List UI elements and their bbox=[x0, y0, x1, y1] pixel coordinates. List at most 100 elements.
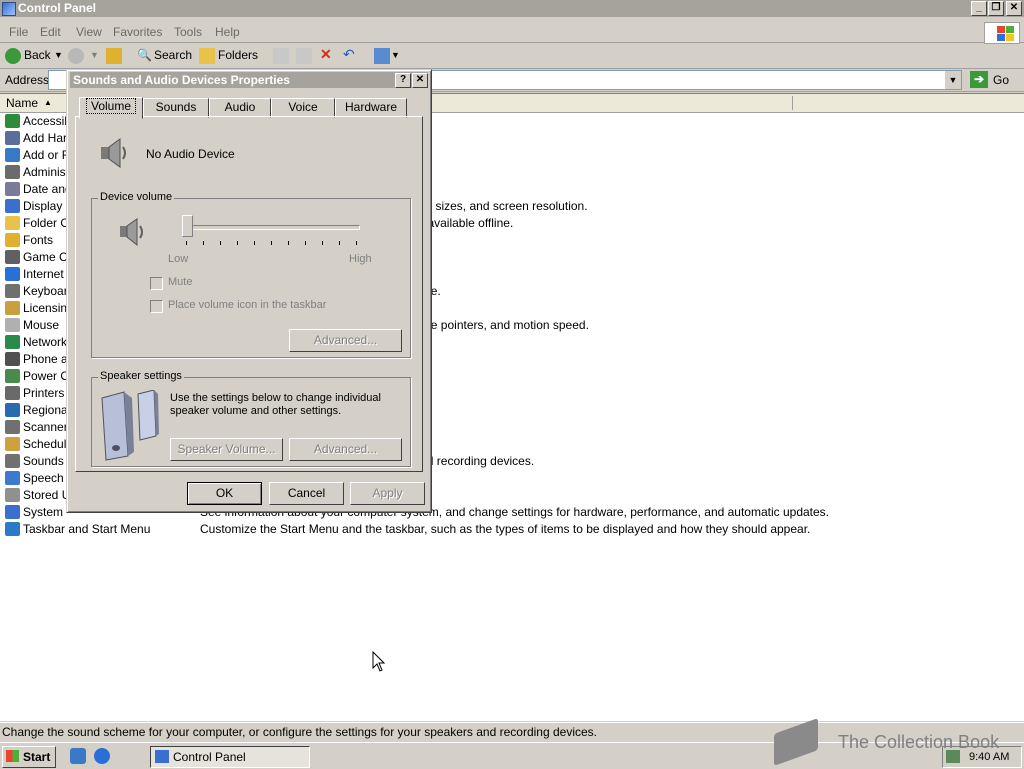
menu-favorites[interactable]: Favorites bbox=[113, 25, 162, 39]
applet-name: Fonts bbox=[23, 233, 54, 247]
list-item[interactable]: Taskbar and Start Menu Customize the Star… bbox=[0, 521, 1024, 538]
speakers-icon bbox=[101, 390, 159, 461]
volume-low-label: Low bbox=[168, 253, 189, 265]
close-window-button[interactable]: ✕ bbox=[1006, 1, 1022, 16]
start-label: Start bbox=[23, 750, 51, 764]
book-icon bbox=[774, 717, 818, 767]
applet-icon bbox=[5, 386, 20, 400]
applet-name: Administ bbox=[23, 165, 70, 179]
applet-name: Mouse bbox=[23, 318, 60, 332]
back-dropdown-icon[interactable]: ▼ bbox=[54, 50, 63, 60]
applet-icon bbox=[5, 250, 20, 264]
applet-name: System bbox=[23, 505, 64, 519]
volume-slider-track[interactable] bbox=[186, 225, 360, 230]
place-icon-checkbox[interactable] bbox=[150, 300, 163, 313]
cancel-button[interactable]: Cancel bbox=[269, 482, 344, 505]
back-arrow-icon bbox=[5, 48, 21, 64]
dialog-titlebar[interactable]: Sounds and Audio Devices Properties ? ✕ bbox=[70, 72, 428, 88]
volume-speaker-icon bbox=[120, 218, 143, 247]
speaker-icon bbox=[101, 138, 126, 168]
dialog-close-button[interactable]: ✕ bbox=[412, 73, 428, 88]
taskbar-item-control-panel[interactable]: Control Panel bbox=[150, 746, 310, 768]
volume-slider-thumb[interactable] bbox=[182, 215, 193, 237]
applet-icon bbox=[5, 267, 20, 281]
dialog-title: Sounds and Audio Devices Properties bbox=[73, 73, 290, 87]
volume-advanced-button[interactable]: Advanced... bbox=[289, 329, 402, 352]
status-text: Change the sound scheme for your compute… bbox=[2, 725, 597, 739]
browser-quicklaunch-icon[interactable] bbox=[94, 748, 110, 764]
up-folder-icon[interactable] bbox=[106, 48, 122, 64]
tab-hardware[interactable]: Hardware bbox=[335, 98, 407, 118]
speaker-settings-group: Speaker settings Use the settings below … bbox=[91, 370, 411, 467]
speaker-settings-label: Speaker settings bbox=[98, 370, 184, 382]
place-icon-label: Place volume icon in the taskbar bbox=[168, 299, 327, 311]
column-name-header[interactable]: Name bbox=[6, 96, 38, 110]
applet-icon bbox=[5, 199, 20, 213]
views-dropdown-icon[interactable]: ▼ bbox=[391, 50, 400, 60]
applet-name: Regional bbox=[23, 403, 71, 417]
tab-sounds[interactable]: Sounds bbox=[143, 98, 209, 118]
tab-audio[interactable]: Audio bbox=[209, 98, 271, 118]
volume-ticks bbox=[186, 241, 358, 245]
speaker-volume-button[interactable]: Speaker Volume... bbox=[170, 438, 283, 461]
applet-icon bbox=[5, 403, 20, 417]
device-name: No Audio Device bbox=[146, 147, 235, 161]
ie-quicklaunch-icon[interactable] bbox=[70, 748, 86, 764]
device-volume-label: Device volume bbox=[98, 191, 175, 203]
go-label: Go bbox=[993, 73, 1010, 87]
applet-icon bbox=[5, 505, 20, 519]
sort-arrow-icon: ▲ bbox=[44, 98, 52, 107]
forward-arrow-icon[interactable] bbox=[68, 48, 84, 64]
tab-volume[interactable]: Volume bbox=[79, 97, 143, 119]
applet-icon bbox=[5, 454, 20, 468]
applet-icon bbox=[5, 318, 20, 332]
tab-voice[interactable]: Voice bbox=[271, 98, 335, 118]
sounds-audio-dialog: Sounds and Audio Devices Properties ? ✕ … bbox=[66, 69, 432, 513]
forward-dropdown-icon[interactable]: ▼ bbox=[90, 50, 99, 60]
go-button[interactable]: ➔ Go bbox=[968, 70, 1020, 90]
copy-to-icon[interactable] bbox=[296, 48, 312, 64]
restore-button[interactable]: ❐ bbox=[988, 1, 1004, 16]
window-titlebar[interactable]: Control Panel _ ❐ ✕ bbox=[0, 0, 1024, 17]
applet-icon bbox=[5, 335, 20, 349]
menu-tools[interactable]: Tools bbox=[174, 25, 202, 39]
watermark-text: The Collection Book bbox=[838, 732, 1000, 752]
control-panel-task-icon bbox=[155, 750, 169, 763]
address-dropdown-icon[interactable]: ▼ bbox=[945, 71, 961, 89]
undo-icon[interactable]: ↶ bbox=[343, 46, 355, 63]
apply-button[interactable]: Apply bbox=[350, 482, 425, 505]
back-button[interactable]: Back bbox=[24, 48, 51, 62]
applet-icon bbox=[5, 437, 20, 451]
applet-name: Speech bbox=[23, 471, 64, 485]
views-icon[interactable] bbox=[374, 48, 390, 64]
speaker-advanced-button[interactable]: Advanced... bbox=[289, 438, 402, 461]
menu-edit[interactable]: Edit bbox=[40, 25, 61, 39]
search-button[interactable]: Search bbox=[154, 48, 192, 62]
volume-tick bbox=[220, 241, 221, 245]
delete-icon[interactable]: ✕ bbox=[320, 46, 332, 63]
toolbar: Back ▼ ▼ 🔍 Search Folders ✕ ↶ ▼ bbox=[0, 44, 1024, 69]
address-label: Address bbox=[5, 73, 50, 87]
applet-icon bbox=[5, 165, 20, 179]
menu-file[interactable]: File bbox=[9, 25, 28, 39]
mute-checkbox[interactable] bbox=[150, 277, 163, 290]
folders-icon bbox=[199, 48, 215, 64]
applet-icon bbox=[5, 233, 20, 247]
volume-tick bbox=[322, 241, 323, 245]
volume-tick bbox=[356, 241, 357, 245]
move-to-icon[interactable] bbox=[273, 48, 289, 64]
menu-help[interactable]: Help bbox=[215, 25, 240, 39]
folders-button[interactable]: Folders bbox=[218, 48, 258, 62]
applet-icon bbox=[5, 488, 20, 502]
go-arrow-icon: ➔ bbox=[970, 71, 988, 88]
applet-icon bbox=[5, 369, 20, 383]
applet-icon bbox=[5, 216, 20, 230]
applet-icon bbox=[5, 352, 20, 366]
menu-view[interactable]: View bbox=[76, 25, 102, 39]
applet-icon bbox=[5, 182, 20, 196]
help-button[interactable]: ? bbox=[395, 73, 411, 88]
ok-button[interactable]: OK bbox=[187, 482, 262, 505]
minimize-button[interactable]: _ bbox=[971, 1, 987, 16]
start-button[interactable]: Start bbox=[2, 746, 56, 768]
volume-tick bbox=[237, 241, 238, 245]
